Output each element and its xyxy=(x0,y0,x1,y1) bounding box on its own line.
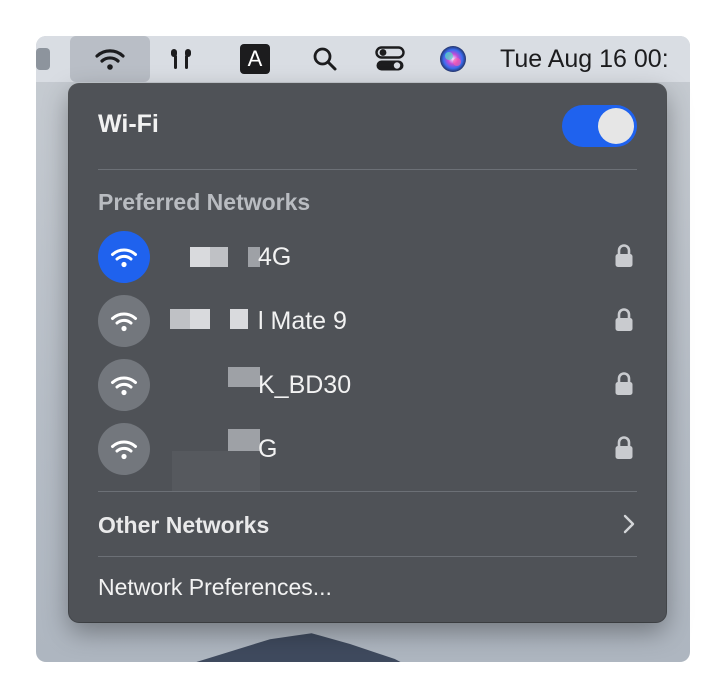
network-name: K_BD30 xyxy=(258,371,352,399)
wifi-signal-icon xyxy=(98,359,150,411)
redacted-block xyxy=(190,309,210,329)
divider xyxy=(98,491,637,492)
menu-bar-left-item[interactable] xyxy=(36,48,50,70)
search-icon[interactable] xyxy=(310,36,340,82)
network-row[interactable]: G xyxy=(98,421,638,491)
redacted-block xyxy=(190,247,210,267)
wifi-panel-title: Wi-Fi xyxy=(98,110,159,138)
network-name: l Mate 9 xyxy=(258,307,347,335)
airpods-icon[interactable] xyxy=(166,36,196,82)
redacted-block xyxy=(170,309,190,329)
control-center-icon[interactable] xyxy=(373,36,407,82)
wifi-signal-icon xyxy=(98,295,150,347)
network-row[interactable]: K_BD30 xyxy=(98,357,638,413)
wifi-dropdown-panel: Wi-Fi Preferred Networks 4G l Mate 9 K_B… xyxy=(69,84,666,622)
divider xyxy=(98,556,637,557)
siri-icon[interactable] xyxy=(436,36,470,82)
wifi-signal-icon xyxy=(98,231,150,283)
preferred-networks-label: Preferred Networks xyxy=(98,189,311,215)
wifi-toggle[interactable] xyxy=(562,105,637,147)
redacted-block xyxy=(210,247,228,267)
redacted-block xyxy=(172,451,260,491)
lock-icon xyxy=(614,307,634,338)
wifi-signal-icon xyxy=(98,423,150,475)
redacted-block xyxy=(228,429,260,451)
other-networks-item[interactable]: Other Networks xyxy=(98,512,269,539)
chevron-right-icon[interactable] xyxy=(622,513,636,540)
network-preferences-item[interactable]: Network Preferences... xyxy=(98,574,332,601)
redacted-block xyxy=(230,309,248,329)
lock-icon xyxy=(614,243,634,274)
network-row[interactable]: 4G xyxy=(98,229,638,285)
input-source-icon[interactable]: A xyxy=(239,36,271,82)
network-name: G xyxy=(258,435,278,463)
wallpaper-mountain xyxy=(126,633,446,662)
network-name: 4G xyxy=(258,243,292,271)
menu-bar-clock[interactable]: Tue Aug 16 00: xyxy=(500,36,669,82)
menu-bar: A Tue Aug 16 00: xyxy=(36,36,690,82)
lock-icon xyxy=(614,435,634,466)
wifi-icon[interactable] xyxy=(90,36,130,82)
redacted-block xyxy=(228,367,260,387)
input-source-label: A xyxy=(240,44,270,74)
network-row[interactable]: l Mate 9 xyxy=(98,293,638,349)
wifi-toggle-knob xyxy=(598,108,634,144)
divider xyxy=(98,169,637,170)
lock-icon xyxy=(614,371,634,402)
